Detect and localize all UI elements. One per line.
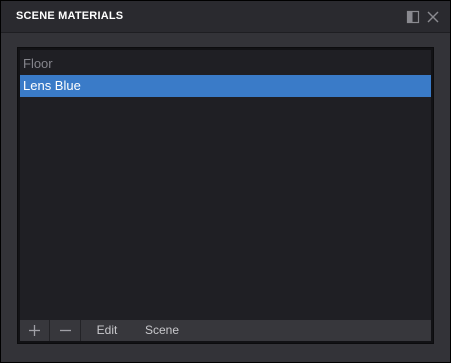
list-item-label: Lens Blue <box>23 78 81 93</box>
close-icon[interactable] <box>426 10 440 24</box>
add-material-button[interactable] <box>20 320 50 341</box>
materials-list-frame: Floor Lens Blue Edit Scene <box>17 47 434 344</box>
panel-title: SCENE MATERIALS <box>16 10 124 22</box>
list-item[interactable]: Floor <box>20 53 431 75</box>
minus-icon <box>58 323 73 338</box>
panel-titlebar[interactable]: SCENE MATERIALS <box>1 1 450 33</box>
edit-button[interactable]: Edit <box>82 320 132 341</box>
scene-button[interactable]: Scene <box>136 320 188 341</box>
materials-list[interactable]: Floor Lens Blue <box>20 50 431 320</box>
remove-material-button[interactable] <box>51 320 81 341</box>
list-item-label: Floor <box>23 56 53 71</box>
materials-toolbar: Edit Scene <box>20 320 431 341</box>
dock-panel-icon[interactable] <box>406 10 420 24</box>
list-item-selected[interactable]: Lens Blue <box>20 75 431 97</box>
scene-materials-panel: SCENE MATERIALS Floor Lens Blue Edit Sce… <box>1 1 450 362</box>
plus-icon <box>27 323 42 338</box>
